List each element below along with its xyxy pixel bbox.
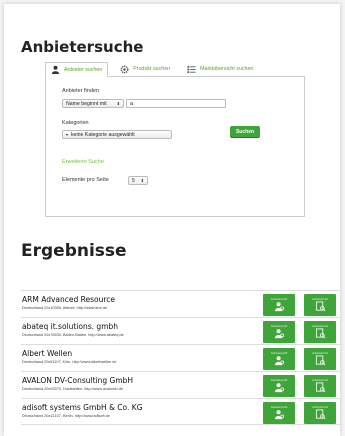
provider-profile-button[interactable]: Anbieterprofil xyxy=(263,375,295,397)
document-search-icon xyxy=(315,301,325,312)
person-search-icon xyxy=(274,302,284,312)
provider-name[interactable]: abateq it.solutions. gmbh xyxy=(22,322,118,331)
chevron-down-icon: ▾ xyxy=(66,132,69,137)
page-title: Anbietersuche xyxy=(21,38,144,56)
tab-label: Marktübersicht suchen xyxy=(200,66,254,72)
search-tabs: Anbieter suchen Produkt suchen Marktüber… xyxy=(45,59,305,77)
list-item: abateq it.solutions. gmbh Deutschland 20… xyxy=(21,317,340,344)
provider-profile-button[interactable]: Anbieterprofil xyxy=(263,402,295,424)
provider-letter-button[interactable]: Anbieterbrief xyxy=(304,375,336,397)
provider-name[interactable]: adisoft systems GmbH & Co. KG xyxy=(22,403,143,412)
list-item: Albert Wellen Deutschland 20x51107, Köln… xyxy=(21,344,340,371)
tab-produkt-suchen[interactable]: Produkt suchen xyxy=(115,62,175,76)
person-search-icon xyxy=(274,329,284,339)
provider-profile-button[interactable]: Anbieterprofil xyxy=(263,294,295,316)
list-item: ARM Advanced Resource Deutschland 20x103… xyxy=(21,290,340,317)
tab-marktuebersicht-suchen[interactable]: Marktübersicht suchen xyxy=(182,62,258,76)
search-input[interactable]: a xyxy=(126,99,226,108)
advanced-search-link[interactable]: Erweiterte Suche xyxy=(62,159,104,165)
provider-letter-button[interactable]: Anbieterbrief xyxy=(304,402,336,424)
document-search-icon xyxy=(315,328,325,339)
provider-letter-button[interactable]: Anbieterbrief xyxy=(304,348,336,370)
provider-name[interactable]: ARM Advanced Resource xyxy=(22,295,115,304)
category-value: keine Kategorie ausgewählt xyxy=(71,131,135,138)
search-button[interactable]: Suchen xyxy=(230,126,260,137)
page: Anbietersuche Anbieter suchen Produkt su… xyxy=(4,4,340,436)
person-search-icon xyxy=(274,410,284,420)
per-page-select[interactable]: 5 ⬍ xyxy=(128,176,148,185)
results-list: ARM Advanced Resource Deutschland 20x103… xyxy=(21,290,340,425)
person-icon xyxy=(51,65,60,74)
tab-label: Produkt suchen xyxy=(133,66,171,72)
tab-label: Anbieter suchen xyxy=(64,66,103,73)
tab-anbieter-suchen[interactable]: Anbieter suchen xyxy=(45,62,109,77)
find-label: Anbieter finden xyxy=(62,88,99,94)
provider-letter-button[interactable]: Anbieterbrief xyxy=(304,321,336,343)
provider-name[interactable]: AVALON DV-Consulting GmbH xyxy=(22,376,133,385)
select-arrows-icon: ⬍ xyxy=(116,101,120,106)
select-arrows-icon: ⬍ xyxy=(140,178,144,183)
category-label: Kategorien xyxy=(62,120,89,126)
gear-icon xyxy=(120,65,129,74)
document-search-icon xyxy=(315,382,325,393)
provider-name[interactable]: Albert Wellen xyxy=(22,349,72,358)
search-panel: Anbieter finden Name beginnt mit ⬍ a Kat… xyxy=(45,77,305,217)
provider-profile-button[interactable]: Anbieterprofil xyxy=(263,348,295,370)
person-search-icon xyxy=(274,356,284,366)
provider-detail: Deutschland 20x03370, Huststetten. http:… xyxy=(22,387,124,391)
per-page-value: 5 xyxy=(132,177,135,184)
document-search-icon xyxy=(315,355,325,366)
provider-detail: Deutschland 20x12107, Berlin. http://www… xyxy=(22,414,110,418)
provider-profile-button[interactable]: Anbieterprofil xyxy=(263,321,295,343)
provider-detail: Deutschland 20x51107, Köln. http://www.a… xyxy=(22,360,117,364)
match-mode-select[interactable]: Name beginnt mit ⬍ xyxy=(62,99,124,108)
results-title: Ergebnisse xyxy=(21,241,127,261)
list-item: adisoft systems GmbH & Co. KG Deutschlan… xyxy=(21,398,340,425)
list-icon xyxy=(187,65,196,74)
provider-letter-button[interactable]: Anbieterbrief xyxy=(304,294,336,316)
provider-detail: Deutschland 20x76530, Baden-Baden. http:… xyxy=(22,333,124,337)
per-page-label: Elemente pro Seite xyxy=(62,177,109,183)
category-select[interactable]: ▾ keine Kategorie ausgewählt xyxy=(62,130,172,139)
person-search-icon xyxy=(274,383,284,393)
provider-detail: Deutschland 20x10355, Alterstr. http://w… xyxy=(22,306,108,310)
match-mode-value: Name beginnt mit xyxy=(66,100,107,107)
document-search-icon xyxy=(315,409,325,420)
list-item: AVALON DV-Consulting GmbH Deutschland 20… xyxy=(21,371,340,398)
